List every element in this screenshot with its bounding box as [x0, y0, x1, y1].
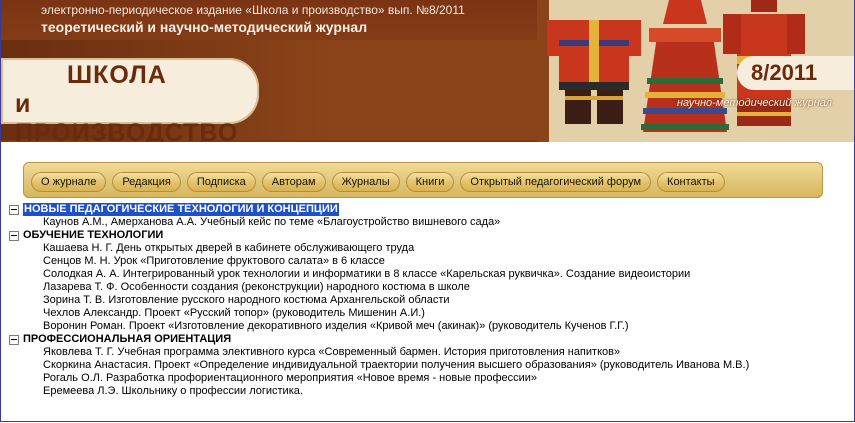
- article-link[interactable]: Скоркина Анастасия. Проект «Определение …: [9, 359, 849, 372]
- nav-subscription[interactable]: Подписка: [186, 172, 256, 192]
- nav-forum[interactable]: Открытый педагогический форум: [460, 172, 652, 192]
- nav-journals[interactable]: Журналы: [331, 172, 400, 192]
- article-link[interactable]: Зорина Т. В. Изготовление русского народ…: [9, 294, 849, 307]
- logo-line-2: и ПРОИЗВОДСТВО: [15, 90, 239, 142]
- nav-editorial[interactable]: Редакция: [112, 172, 181, 192]
- section-title[interactable]: ОБУЧЕНИЕ ТЕХНОЛОГИИ: [23, 229, 163, 242]
- section-header[interactable]: ПРОФЕССИОНАЛЬНАЯ ОРИЕНТАЦИЯ: [9, 333, 849, 346]
- nav-about[interactable]: О журнале: [31, 172, 107, 192]
- issue-number: 8/2011: [751, 60, 818, 85]
- page-frame: электронно-периодическое издание «Школа …: [0, 0, 855, 422]
- header-journal-type: теоретический и научно-методический журн…: [41, 19, 368, 35]
- section-title[interactable]: НОВЫЕ ПЕДАГОГИЧЕСКИЕ ТЕХНОЛОГИИ И КОНЦЕП…: [23, 203, 339, 216]
- article-link[interactable]: Еремеева Л.Э. Школьнику о профессии логи…: [9, 385, 849, 398]
- nav-contacts[interactable]: Контакты: [657, 172, 725, 192]
- article-link[interactable]: Кашаева Н. Г. День открытых дверей в каб…: [9, 242, 849, 255]
- main-nav: О журнале Редакция Подписка Авторам Журн…: [31, 172, 811, 194]
- article-tree: НОВЫЕ ПЕДАГОГИЧЕСКИЕ ТЕХНОЛОГИИ И КОНЦЕП…: [9, 203, 849, 398]
- site-header: электронно-периодическое издание «Школа …: [1, 0, 854, 142]
- issue-badge: 8/2011: [737, 56, 854, 90]
- section-title[interactable]: ПРОФЕССИОНАЛЬНАЯ ОРИЕНТАЦИЯ: [23, 333, 231, 346]
- collapse-icon[interactable]: [9, 230, 19, 241]
- article-link[interactable]: Чехлов Александр. Проект «Русский топор»…: [9, 307, 849, 320]
- article-link[interactable]: Солодкая А. А. Интегрированный урок техн…: [9, 268, 849, 281]
- nav-authors[interactable]: Авторам: [261, 172, 326, 192]
- collapse-icon[interactable]: [9, 204, 19, 215]
- article-link[interactable]: Яковлева Т. Г. Учебная программа электив…: [9, 346, 849, 359]
- journal-logo[interactable]: ШКОЛА и ПРОИЗВОДСТВО: [1, 58, 259, 142]
- article-link[interactable]: Воронин Роман. Проект «Изготовление деко…: [9, 320, 849, 333]
- logo-line-1: ШКОЛА: [67, 61, 167, 89]
- header-edition-line: электронно-периодическое издание «Школа …: [41, 3, 465, 17]
- article-link[interactable]: Рогаль О.Л. Разработка профориентационно…: [9, 372, 849, 385]
- article-link[interactable]: Каунов А.М., Амерханова А.А. Учебный кей…: [9, 216, 849, 229]
- article-link[interactable]: Лазарева Т. Ф. Особенности создания (рек…: [9, 281, 849, 294]
- collapse-icon[interactable]: [9, 334, 19, 345]
- section-header[interactable]: ОБУЧЕНИЕ ТЕХНОЛОГИИ: [9, 229, 849, 242]
- article-link[interactable]: Сенцов М. Н. Урок «Приготовление фруктов…: [9, 255, 849, 268]
- nav-books[interactable]: Книги: [405, 172, 455, 192]
- header-subline: научно-методический журнал: [677, 97, 832, 109]
- section-header[interactable]: НОВЫЕ ПЕДАГОГИЧЕСКИЕ ТЕХНОЛОГИИ И КОНЦЕП…: [9, 203, 849, 216]
